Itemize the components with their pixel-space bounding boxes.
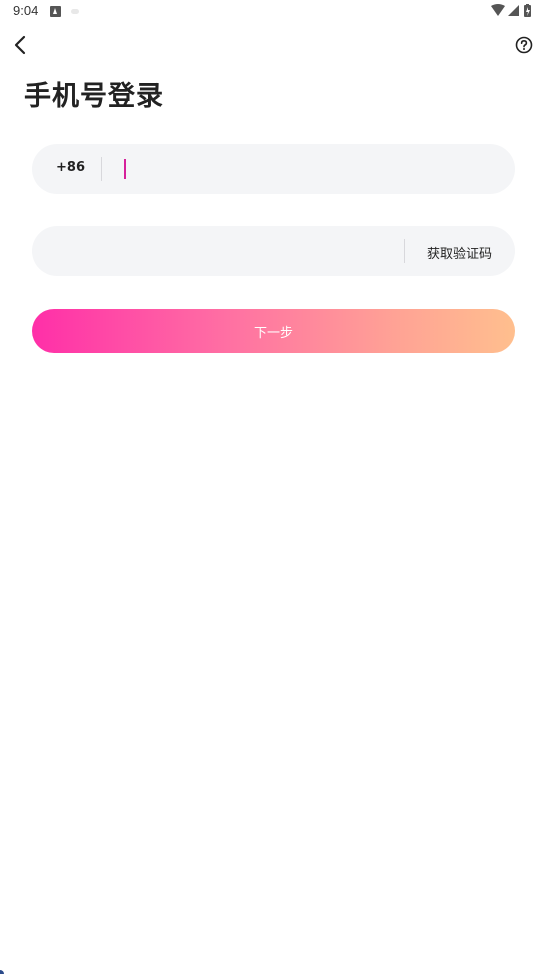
text-cursor (124, 159, 126, 179)
chevron-left-icon (14, 35, 26, 55)
phone-number-input[interactable] (118, 157, 498, 181)
top-navigation (0, 28, 547, 64)
phone-field: +86 (32, 144, 515, 194)
page-title: 手机号登录 (24, 81, 164, 112)
back-button[interactable] (8, 32, 34, 58)
question-circle-icon (515, 36, 533, 54)
country-code-selector[interactable]: +86 (56, 160, 85, 175)
status-time: 9:04 (13, 3, 39, 18)
verification-code-field: 获取验证码 (32, 226, 515, 276)
notification-icon (50, 6, 61, 17)
next-button-label: 下一步 (253, 326, 293, 341)
signal-battery-icons (491, 4, 531, 17)
verification-code-input[interactable] (56, 239, 386, 263)
status-bar: 9:04 (0, 0, 547, 24)
get-code-button[interactable]: 获取验证码 (427, 243, 492, 262)
help-button[interactable] (515, 36, 533, 54)
divider (101, 157, 102, 181)
wifi-icon (491, 4, 505, 16)
next-button[interactable]: 下一步 (32, 309, 515, 353)
corner-indicator (0, 970, 4, 974)
divider (404, 239, 405, 263)
status-icons (491, 4, 535, 18)
notification-dot-icon (71, 9, 79, 14)
cellular-signal-icon (508, 5, 519, 16)
